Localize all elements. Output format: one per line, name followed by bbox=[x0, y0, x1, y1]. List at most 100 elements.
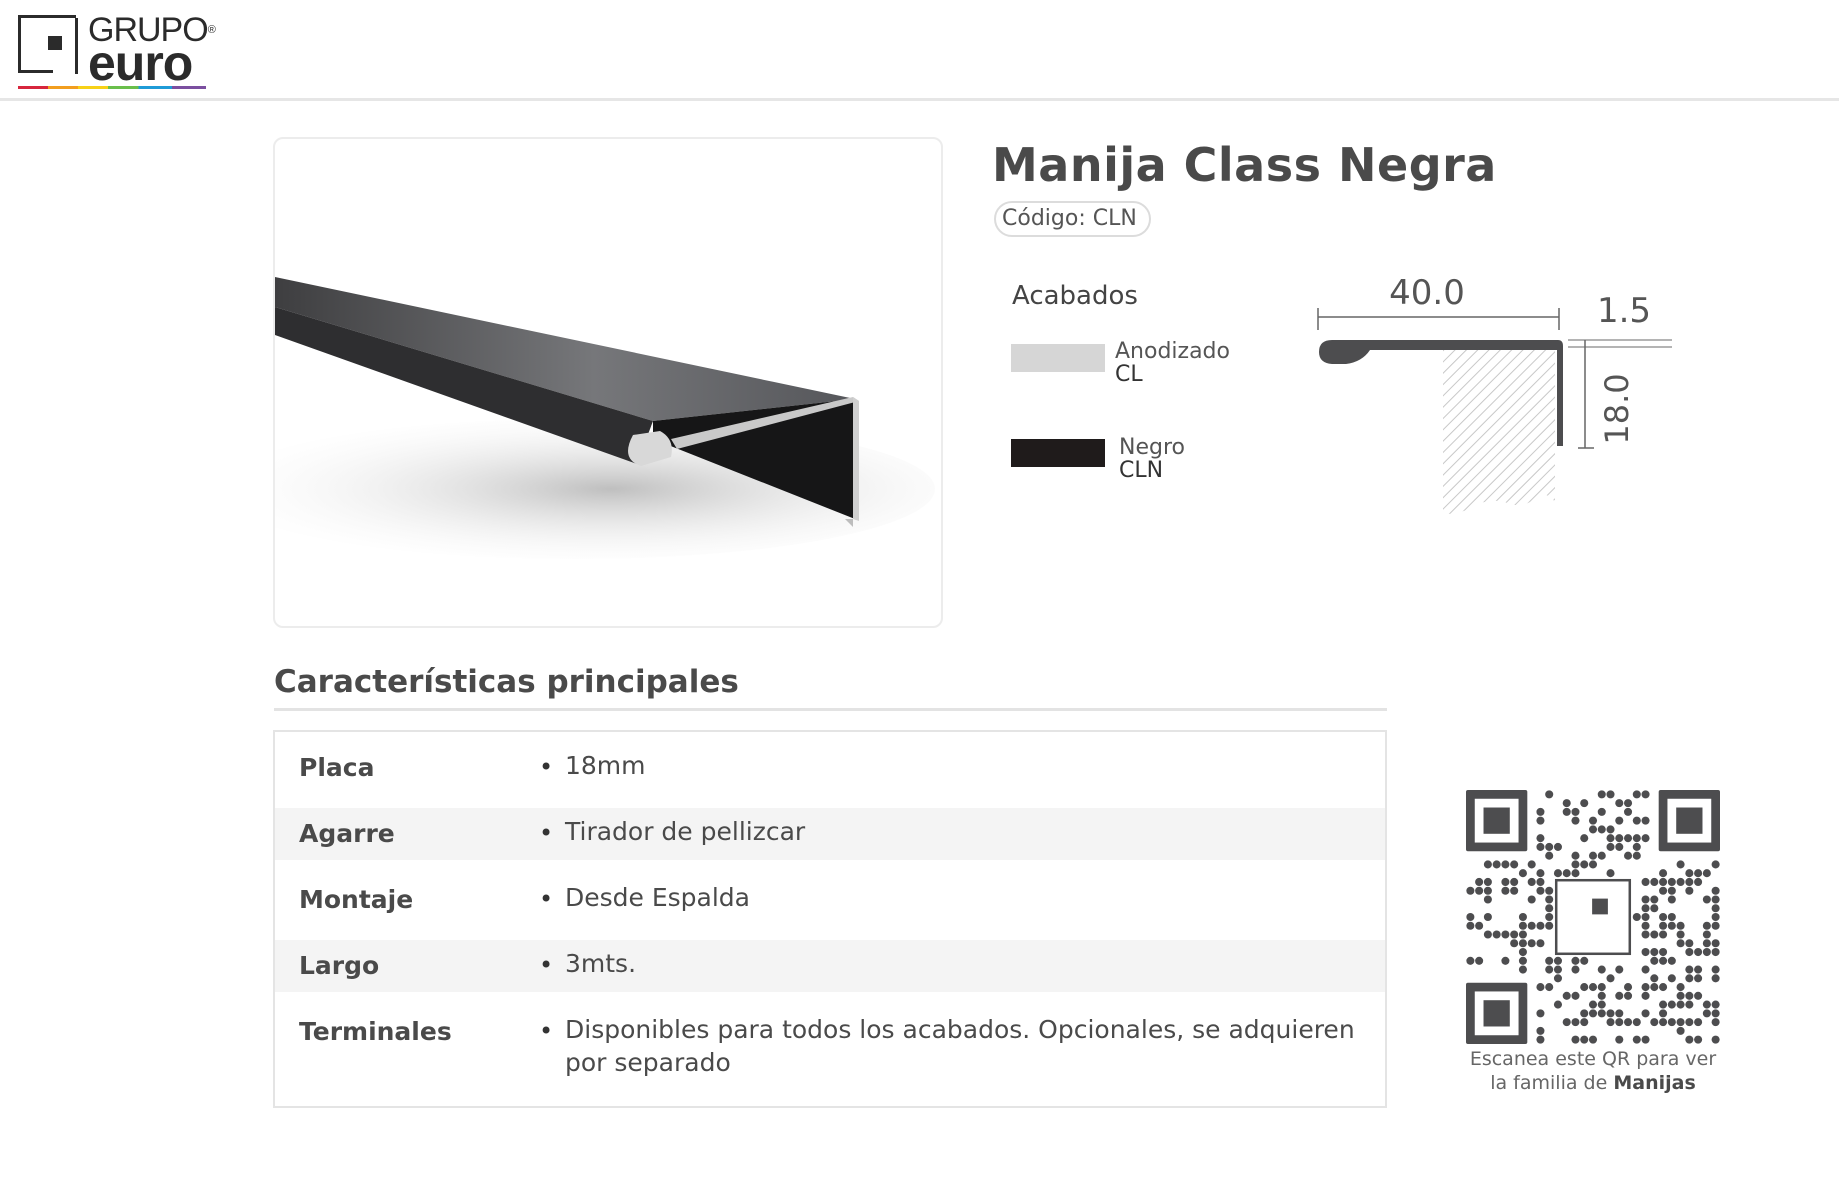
qr-dot bbox=[1711, 895, 1720, 904]
qr-dot bbox=[1536, 939, 1545, 948]
qr-dot bbox=[1475, 877, 1484, 886]
qr-dot bbox=[1641, 921, 1650, 930]
finishes-title: Acabados bbox=[1012, 281, 1138, 311]
qr-dot bbox=[1650, 983, 1659, 992]
qr-dot bbox=[1694, 869, 1703, 878]
qr-dot bbox=[1711, 912, 1720, 922]
qr-dot bbox=[1685, 939, 1694, 948]
qr-dot bbox=[1702, 939, 1711, 948]
qr-dot bbox=[1518, 948, 1527, 957]
qr-dot bbox=[1597, 825, 1606, 834]
qr-dot bbox=[1641, 790, 1650, 799]
product-title: Manija Class Negra bbox=[992, 138, 1497, 192]
qr-dot bbox=[1676, 1026, 1685, 1035]
qr-dot bbox=[1641, 1035, 1650, 1044]
qr-dot bbox=[1711, 965, 1720, 974]
qr-dot bbox=[1641, 983, 1650, 992]
table-row: Largo • 3mts. bbox=[275, 940, 1385, 992]
finish-code: CLN bbox=[1119, 458, 1164, 483]
qr-dot bbox=[1711, 948, 1720, 957]
qr-dot bbox=[1588, 1000, 1598, 1009]
qr-dot bbox=[1685, 877, 1694, 886]
qr-dot bbox=[1694, 965, 1703, 974]
finish-swatch-anodizado[interactable] bbox=[1011, 344, 1105, 372]
qr-dot bbox=[1606, 974, 1615, 983]
qr-dot bbox=[1492, 930, 1501, 939]
qr-dot bbox=[1711, 1035, 1720, 1044]
qr-dot bbox=[1483, 886, 1492, 895]
qr-dot bbox=[1501, 930, 1510, 939]
qr-dot bbox=[1694, 1035, 1703, 1044]
qr-dot bbox=[1624, 851, 1633, 860]
qr-dot bbox=[1667, 912, 1676, 922]
qr-dot bbox=[1545, 904, 1554, 913]
qr-dot bbox=[1483, 860, 1492, 869]
qr-dot bbox=[1562, 799, 1571, 808]
qr-dot bbox=[1545, 956, 1554, 965]
qr-dot bbox=[1615, 842, 1624, 851]
qr-dot bbox=[1510, 939, 1519, 948]
qr-dot bbox=[1650, 877, 1659, 886]
qr-dot bbox=[1711, 939, 1720, 948]
qr-dot bbox=[1510, 886, 1519, 895]
logo-square-icon bbox=[18, 15, 78, 74]
qr-dot bbox=[1571, 869, 1580, 878]
qr-dot bbox=[1702, 948, 1711, 957]
qr-dot bbox=[1597, 1009, 1606, 1018]
qr-dot bbox=[1632, 1018, 1641, 1027]
qr-dot bbox=[1676, 1018, 1685, 1027]
qr-dot bbox=[1641, 904, 1650, 913]
qr-dot bbox=[1711, 886, 1720, 895]
qr-dot bbox=[1641, 877, 1650, 886]
qr-dot bbox=[1641, 930, 1650, 939]
qr-dot bbox=[1545, 790, 1554, 799]
qr-dot bbox=[1624, 799, 1633, 808]
qr-caption: Escanea este QR para ver la familia de M… bbox=[1440, 1047, 1746, 1095]
qr-dot bbox=[1632, 842, 1641, 851]
qr-dot bbox=[1676, 1000, 1685, 1009]
row-bullet: • bbox=[539, 753, 554, 781]
qr-dot bbox=[1483, 912, 1492, 922]
qr-dot bbox=[1518, 912, 1527, 922]
qr-dot bbox=[1641, 965, 1650, 974]
qr-dot bbox=[1615, 965, 1624, 974]
qr-dot bbox=[1466, 921, 1475, 930]
qr-dot bbox=[1492, 860, 1501, 869]
qr-dot bbox=[1702, 895, 1711, 904]
grupo-euro-logo[interactable]: GRUPO® euro bbox=[18, 12, 218, 92]
table-row: Terminales • Disponibles para todos los … bbox=[275, 992, 1385, 1106]
profile-dimension-diagram: 40.0 1.5 18.0 bbox=[1317, 273, 1672, 514]
finish-swatch-negro[interactable] bbox=[1011, 439, 1105, 467]
qr-dot bbox=[1483, 895, 1492, 904]
qr-caption-line1: Escanea este QR para ver bbox=[1469, 1048, 1717, 1070]
qr-dot bbox=[1606, 869, 1615, 878]
qr-dot bbox=[1659, 1009, 1668, 1018]
qr-dot bbox=[1702, 869, 1711, 878]
qr-dot bbox=[1580, 860, 1589, 869]
qr-dot bbox=[1667, 1018, 1676, 1027]
qr-dot bbox=[1694, 974, 1703, 983]
product-code-badge: Código: CLN bbox=[994, 201, 1151, 237]
qr-dot bbox=[1676, 860, 1685, 869]
row-value: Disponibles para todos los acabados. Opc… bbox=[565, 1015, 1355, 1077]
qr-dot bbox=[1667, 956, 1676, 965]
qr-dot bbox=[1632, 790, 1641, 799]
qr-dot bbox=[1659, 869, 1668, 878]
qr-dot bbox=[1475, 921, 1484, 930]
page-header: GRUPO® euro bbox=[0, 0, 1839, 101]
qr-dot bbox=[1588, 1035, 1598, 1044]
qr-dot bbox=[1711, 904, 1720, 913]
qr-dot bbox=[1545, 886, 1554, 895]
qr-dot bbox=[1518, 939, 1527, 948]
qr-dot bbox=[1667, 895, 1676, 904]
qr-dot bbox=[1650, 895, 1659, 904]
qr-dot bbox=[1536, 1035, 1545, 1044]
qr-dot bbox=[1659, 1000, 1668, 1009]
qr-code[interactable] bbox=[1466, 790, 1720, 1044]
qr-dot bbox=[1536, 921, 1545, 930]
qr-dot bbox=[1694, 877, 1703, 886]
row-label: Agarre bbox=[299, 819, 395, 848]
qr-dot bbox=[1545, 965, 1554, 974]
qr-dot bbox=[1510, 860, 1519, 869]
qr-dot bbox=[1694, 1018, 1703, 1027]
